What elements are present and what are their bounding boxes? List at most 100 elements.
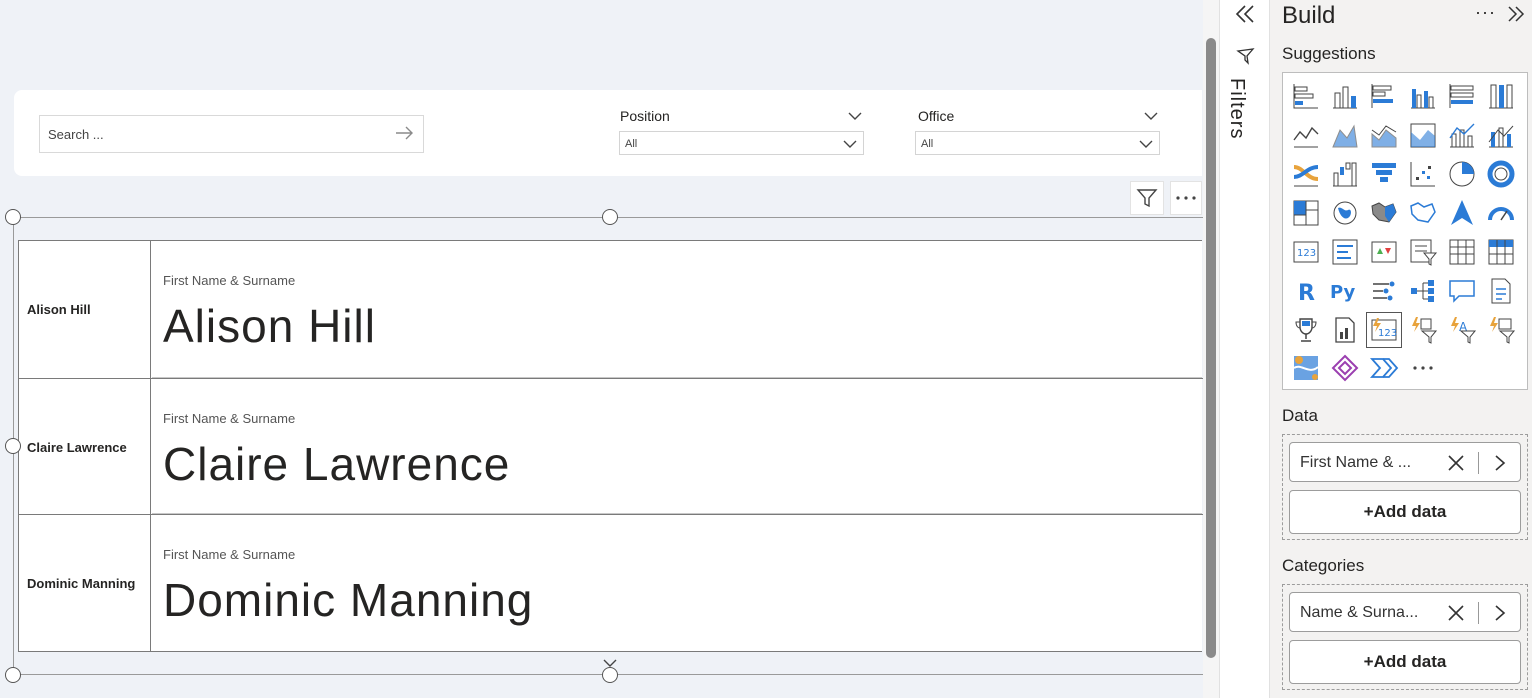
r-script-icon: R — [1298, 281, 1315, 306]
pill-divider — [1478, 602, 1479, 624]
stacked-bar-chart-icon — [1293, 84, 1318, 109]
card-value: Claire Lawrence — [163, 438, 511, 490]
smart-narrative-icon — [1491, 278, 1511, 304]
categories-field-pill[interactable]: Name & Surna... — [1289, 592, 1521, 632]
azure-map-icon — [1451, 200, 1473, 225]
clustered-column-chart-icon — [1411, 89, 1435, 109]
resize-handle-top[interactable] — [602, 209, 618, 225]
office-slicer-title: Office — [918, 108, 955, 124]
table-row[interactable]: Alison Hill First Name & Surname Alison … — [19, 241, 1203, 378]
stacked-column-chart-icon — [1333, 86, 1357, 109]
resize-handle-left[interactable] — [5, 438, 21, 454]
100-stacked-column-chart-icon — [1489, 84, 1513, 109]
resize-handle-top-left[interactable] — [5, 209, 21, 225]
search-input[interactable]: Search ... — [39, 115, 424, 153]
chevron-down-icon[interactable] — [603, 655, 617, 673]
pill-divider — [1478, 452, 1479, 474]
card-new-icon: 123 — [1371, 318, 1397, 341]
power-automate-icon — [1369, 358, 1399, 378]
card-value: Alison Hill — [163, 300, 376, 352]
chevron-down-icon[interactable] — [848, 108, 862, 126]
more-options-icon[interactable]: ··· — [1475, 2, 1496, 23]
chevron-down-icon — [1139, 140, 1153, 148]
add-data-button[interactable]: +Add data — [1289, 640, 1521, 684]
filters-pane-label[interactable]: Filters — [1225, 78, 1248, 139]
table-row[interactable]: Claire Lawrence First Name & Surname Cla… — [19, 378, 1203, 515]
card-value: Dominic Manning — [163, 574, 534, 626]
position-slicer-title: Position — [620, 108, 670, 124]
map-icon — [1333, 201, 1357, 225]
chevron-right-icon[interactable] — [1493, 604, 1507, 627]
line-chart-icon — [1293, 126, 1319, 148]
arcgis-map-icon — [1293, 356, 1319, 380]
collapse-right-icon[interactable] — [1506, 4, 1526, 29]
100-stacked-area-chart-icon — [1410, 123, 1436, 148]
text-slicer-icon: A — [1451, 317, 1477, 344]
remove-field-icon[interactable] — [1446, 603, 1466, 628]
table-row[interactable]: Dominic Manning First Name & Surname Dom… — [19, 514, 1203, 651]
pie-chart-icon — [1449, 161, 1475, 187]
categories-well[interactable]: Name & Surna... +Add data — [1282, 584, 1528, 690]
python-script-icon: Py — [1330, 282, 1356, 303]
matrix-icon — [1488, 239, 1514, 265]
svg-text:Py: Py — [1330, 282, 1356, 303]
svg-text:R: R — [1298, 281, 1315, 306]
data-field-pill[interactable]: First Name & ... — [1289, 442, 1521, 482]
power-apps-icon — [1331, 354, 1359, 382]
data-well[interactable]: First Name & ... +Add data — [1282, 434, 1528, 540]
search-placeholder: Search ... — [48, 127, 104, 142]
chevron-down-icon — [843, 140, 857, 148]
filter-icon — [1136, 189, 1158, 208]
gauge-icon — [1488, 207, 1514, 221]
area-chart-icon — [1332, 124, 1358, 148]
donut-chart-icon — [1487, 160, 1515, 188]
ribbon-flow-chart-icon — [1293, 165, 1319, 187]
waterfall-chart-icon — [1333, 162, 1357, 187]
office-dropdown-value: All — [921, 138, 934, 150]
list-slicer-icon — [1490, 317, 1516, 344]
shape-map-icon — [1410, 202, 1436, 223]
multi-row-card-icon — [1332, 239, 1358, 265]
card-table-visual[interactable]: Alison Hill First Name & Surname Alison … — [18, 240, 1203, 652]
treemap-icon — [1293, 200, 1319, 226]
add-data-button[interactable]: +Add data — [1289, 490, 1521, 534]
report-canvas: Search ... Position All Office All Aliso… — [0, 0, 1213, 698]
card-cell: First Name & Surname Alison Hill — [152, 241, 1203, 378]
goals-icon — [1295, 318, 1317, 342]
kpi-icon — [1371, 241, 1397, 263]
more-visuals-icon — [1413, 366, 1433, 370]
power-apps-slicer-icon — [1412, 317, 1438, 344]
position-dropdown[interactable]: All — [619, 131, 864, 155]
visual-filter-button[interactable] — [1130, 181, 1164, 215]
resize-handle-bottom-left[interactable] — [5, 667, 21, 683]
build-pane-title: Build — [1282, 2, 1336, 29]
100-stacked-bar-chart-icon — [1449, 84, 1474, 108]
slicer-icon — [1410, 239, 1438, 266]
position-dropdown-value: All — [625, 138, 638, 150]
visual-more-options-button[interactable] — [1170, 181, 1202, 215]
canvas-scrollbar[interactable] — [1203, 0, 1219, 698]
categories-field-label: Name & Surna... — [1300, 604, 1419, 621]
card-cell: First Name & Surname Dominic Manning — [152, 515, 1203, 651]
category-cell: Alison Hill — [19, 241, 151, 378]
scatter-chart-icon — [1410, 162, 1435, 187]
card-label: First Name & Surname — [163, 411, 296, 426]
chevron-right-icon[interactable] — [1493, 454, 1507, 477]
category-cell: Claire Lawrence — [19, 379, 151, 515]
office-dropdown[interactable]: All — [915, 131, 1160, 155]
arrow-right-icon[interactable] — [393, 122, 415, 149]
decomposition-tree-icon — [1411, 280, 1434, 302]
build-pane: Build ··· Suggestions 123 R Py 123 A Dat… — [1269, 0, 1532, 698]
collapse-left-icon[interactable] — [1234, 3, 1256, 30]
remove-field-icon[interactable] — [1446, 453, 1466, 478]
visual-gallery: 123 R Py 123 A — [1282, 72, 1528, 390]
filters-pane[interactable]: Filters — [1219, 0, 1269, 698]
funnel-chart-icon — [1372, 163, 1396, 182]
card-label: First Name & Surname — [163, 273, 296, 288]
chevron-down-icon[interactable] — [1144, 108, 1158, 126]
stacked-area-chart-icon — [1371, 125, 1397, 148]
scrollbar-thumb[interactable] — [1206, 38, 1216, 658]
svg-text:123: 123 — [1378, 328, 1397, 339]
category-cell: Dominic Manning — [19, 515, 151, 651]
table-icon — [1449, 239, 1475, 265]
